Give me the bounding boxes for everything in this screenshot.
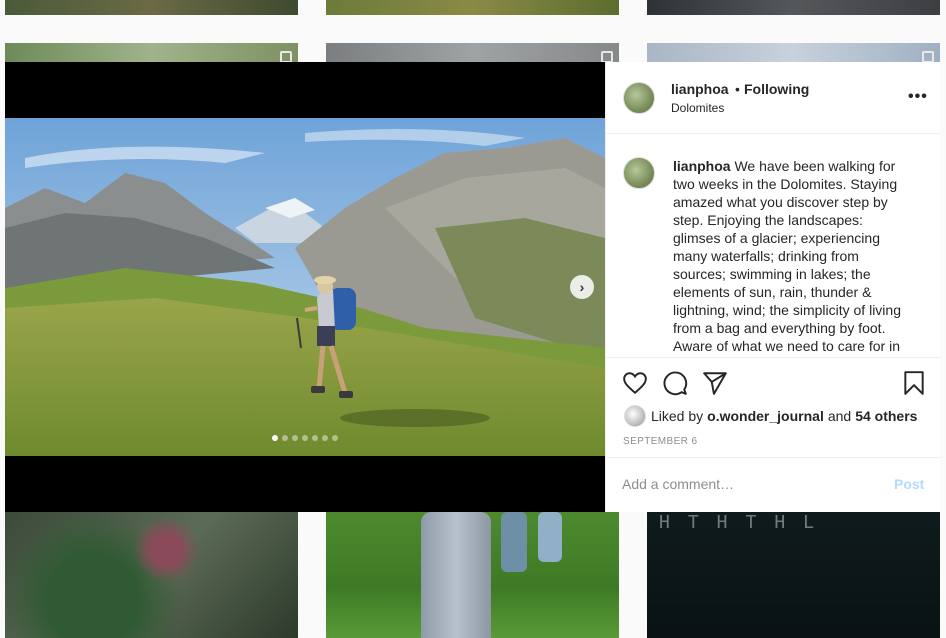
liked-by-label: Liked by <box>651 408 704 424</box>
grid-thumbnail[interactable] <box>326 0 619 15</box>
following-button[interactable]: Following <box>744 81 809 97</box>
post-photo[interactable] <box>5 118 605 456</box>
grid-thumbnail[interactable] <box>5 0 298 15</box>
caption-username[interactable]: lianphoa <box>673 158 731 174</box>
avatar[interactable] <box>623 82 655 114</box>
caption-area: lianphoa We have been walking for two we… <box>606 135 941 357</box>
liker-username[interactable]: o.wonder_journal <box>707 408 824 424</box>
grid-thumbnail[interactable] <box>5 43 298 63</box>
heart-icon[interactable] <box>622 370 648 396</box>
next-photo-button[interactable]: › <box>570 275 594 299</box>
comment-icon[interactable] <box>662 370 688 396</box>
post-date[interactable]: SEPTEMBER 6 <box>623 436 697 447</box>
caption-body: We have been walking for two weeks in th… <box>673 158 901 357</box>
hiker-landscape-image <box>5 118 605 456</box>
liker-avatar[interactable] <box>624 405 646 427</box>
avatar[interactable] <box>623 157 655 189</box>
post-header: lianphoa • Following Dolomites ••• <box>606 62 940 134</box>
person-figure <box>501 512 527 572</box>
grid-thumbnail[interactable] <box>326 512 619 638</box>
post-details-panel: lianphoa • Following Dolomites ••• lianp… <box>605 62 941 512</box>
carousel-dot <box>312 435 318 441</box>
separator-dot: • <box>735 81 740 97</box>
liked-and-label: and <box>827 408 852 424</box>
carousel-dot <box>322 435 328 441</box>
carousel-dot <box>332 435 338 441</box>
grid-thumbnail[interactable] <box>5 512 298 638</box>
carousel-indicator <box>272 435 338 441</box>
location-link[interactable]: Dolomites <box>671 101 724 115</box>
post-actions: Liked by o.wonder_journal and 54 others … <box>606 357 941 457</box>
likes-summary: Liked by o.wonder_journal and 54 others <box>624 405 917 427</box>
more-options-icon[interactable]: ••• <box>908 88 928 106</box>
grid-thumbnail[interactable] <box>647 0 940 15</box>
paper-plane-icon[interactable] <box>702 370 728 396</box>
carousel-dot <box>272 435 278 441</box>
username-link[interactable]: lianphoa <box>671 81 729 97</box>
bookmark-icon[interactable] <box>901 370 927 396</box>
post-comment-button[interactable]: Post <box>894 476 924 492</box>
grid-thumbnail[interactable]: HTHTHL <box>647 512 940 638</box>
grid-thumbnail[interactable] <box>647 43 940 63</box>
grid-thumbnail[interactable] <box>326 43 619 63</box>
person-figure <box>538 512 562 562</box>
carousel-dot <box>302 435 308 441</box>
person-figure <box>421 512 491 638</box>
thumbnail-text: HTHTHL <box>659 512 833 533</box>
carousel-dot <box>282 435 288 441</box>
chevron-right-icon: › <box>579 279 585 295</box>
comment-composer: Post <box>606 457 941 512</box>
likes-count-link[interactable]: 54 others <box>855 408 917 424</box>
caption-text: lianphoa We have been walking for two we… <box>673 157 913 357</box>
comment-input[interactable] <box>622 476 872 492</box>
carousel-dot <box>292 435 298 441</box>
